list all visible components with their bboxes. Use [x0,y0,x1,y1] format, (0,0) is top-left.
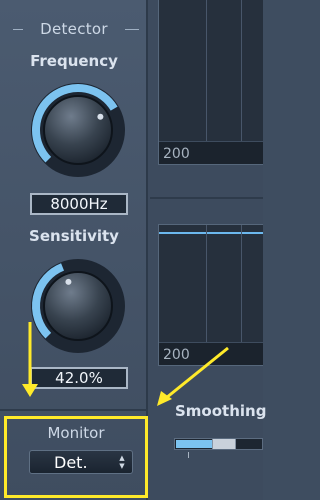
top-graph-axis-label: 200 [163,146,190,162]
sensitivity-value[interactable]: 42.0% [30,367,128,389]
detector-title: Detector [40,20,108,38]
frequency-value[interactable]: 8000Hz [30,193,128,215]
sensitivity-knob-indicator [65,278,72,285]
smoothing-slider-handle[interactable] [212,439,236,449]
monitor-select[interactable]: Det. ▲ ▼ [29,450,133,474]
graph-divider [150,197,263,199]
graph-gridline [206,0,207,164]
smoothing-slider-tick [188,452,189,458]
updown-arrows-icon: ▲ ▼ [119,454,125,470]
sensitivity-knob[interactable] [28,256,128,356]
top-graph: 200 [158,0,263,165]
monitor-selected-value: Det. [54,453,88,472]
graph-gridline [241,0,242,164]
section-divider [0,409,148,411]
bottom-graph-axis-label: 200 [163,347,190,363]
monitor-label: Monitor [47,424,105,442]
frequency-knob-indicator [97,113,104,120]
smoothing-slider[interactable] [174,438,263,450]
bottom-graph-axis: 200 [159,342,263,365]
frequency-knob[interactable] [28,80,128,180]
bottom-graph: 200 [158,224,263,366]
sensitivity-label: Sensitivity [29,227,119,245]
frequency-label: Frequency [30,52,118,70]
top-graph-axis: 200 [159,141,263,164]
smoothing-label: Smoothing [175,402,267,420]
smoothing-slider-fill [176,440,212,448]
bottom-graph-level-line [159,232,263,234]
